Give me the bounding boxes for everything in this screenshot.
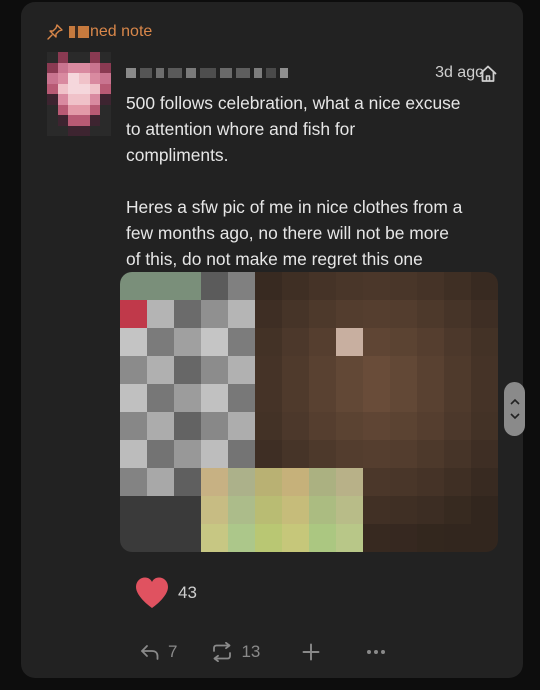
post-actions: 7 13 [140, 640, 386, 664]
post-body: 500 follows celebration, what a nice exc… [126, 93, 463, 269]
username-redacted[interactable] [126, 68, 288, 78]
home-icon[interactable] [478, 64, 498, 84]
more-options-button[interactable] [366, 649, 386, 655]
like-button[interactable]: 43 [134, 576, 197, 610]
post-timestamp[interactable]: 3d ago [435, 64, 484, 82]
avatar[interactable] [47, 52, 111, 136]
pinned-note-label: ned note [47, 22, 152, 42]
repost-count: 13 [241, 642, 261, 661]
pin-icon [47, 24, 63, 40]
plus-icon [302, 643, 320, 661]
add-button[interactable] [302, 643, 320, 661]
like-count: 43 [178, 583, 197, 602]
reply-icon [141, 645, 159, 660]
chevron-down-icon [509, 413, 520, 420]
reply-count: 7 [168, 642, 178, 661]
repost-button[interactable]: 13 [211, 642, 260, 662]
post-image[interactable] [120, 272, 498, 552]
more-icon [367, 650, 386, 654]
scroll-handle-icon[interactable] [504, 382, 525, 436]
pinned-label-text: ned note [90, 23, 153, 40]
repost-icon [213, 642, 232, 662]
chevron-up-icon [509, 398, 520, 405]
pinned-label-redaction [69, 25, 89, 38]
reply-button[interactable]: 7 [140, 642, 177, 662]
heart-icon [136, 577, 168, 608]
